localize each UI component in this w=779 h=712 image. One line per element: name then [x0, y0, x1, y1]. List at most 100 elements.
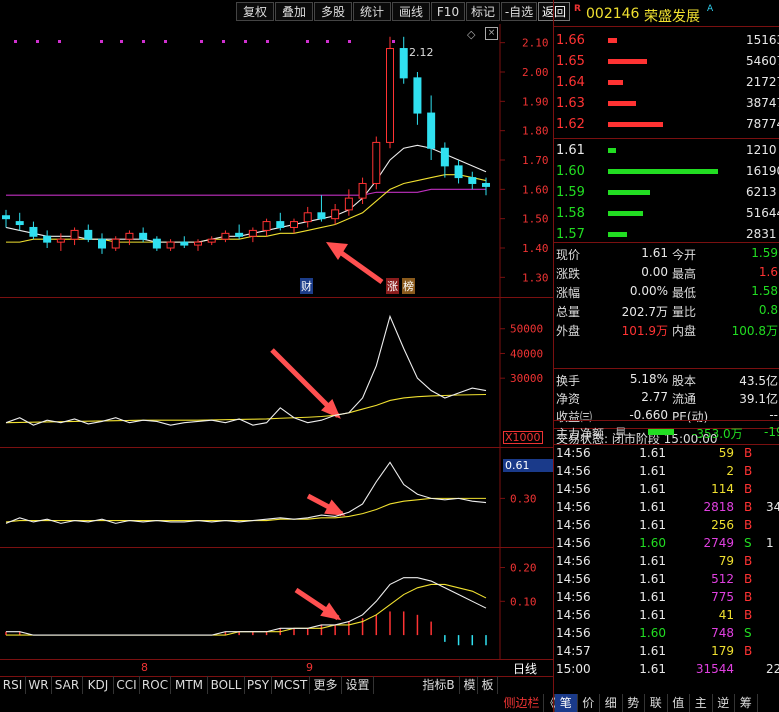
tick-side: B [744, 590, 753, 604]
quote-label-2: 内盘 [672, 324, 697, 338]
indicator-tab-rsi[interactable]: RSI [0, 676, 26, 694]
main-flow-menu-icon[interactable]: ▤ [616, 426, 625, 437]
indicator-tab-psy[interactable]: PSY [245, 676, 272, 694]
limit-up-marker[interactable]: 涨 [386, 278, 399, 294]
tick-volume: 179 [711, 644, 734, 658]
indicator-tab-roc[interactable]: ROC [140, 676, 171, 694]
y-tick-label: 50000 [510, 323, 543, 336]
oscillator-1-line [5, 461, 487, 524]
buy-volume: 6213 [746, 185, 777, 199]
indicator-tab-设置[interactable]: 设置 [342, 676, 374, 694]
settings-diamond-icon[interactable]: ◇ [467, 28, 475, 41]
tick-volume: 31544 [695, 662, 734, 676]
arrow-head [324, 499, 346, 516]
indicator-tab-boll[interactable]: BOLL [208, 676, 245, 694]
quote-panel: R 002146 荣盛发展 A 1.66151631.65546071.6421… [553, 0, 779, 712]
buy-volume: 51644 [746, 206, 779, 220]
volume-line [5, 314, 487, 426]
period-label[interactable]: 日线 [513, 660, 537, 677]
tick-time: 14:56 [556, 608, 591, 622]
close-icon[interactable]: × [485, 27, 498, 40]
indicator-tab-sar[interactable]: SAR [52, 676, 83, 694]
tick-side: B [744, 518, 753, 532]
quote-label-1: 现价 [556, 248, 581, 262]
sell-price: 1.63 [556, 96, 585, 111]
sell-volume: 21727 [746, 75, 779, 89]
candlestick-panel[interactable]: 2.10 2.00 1.90 1.80 1.70 1.60 1.50 1.40 1.30 ◇ ×… [0, 24, 553, 298]
candle-body [290, 221, 298, 228]
oscillator-2-line [6, 577, 487, 636]
indicator-right-1[interactable]: 模 [462, 676, 478, 694]
signal-dot [348, 40, 351, 43]
candle-body [43, 235, 52, 243]
candle-body [235, 232, 244, 237]
candle-body [166, 241, 175, 249]
toolbar-button-3[interactable]: 统计 [353, 2, 391, 21]
oscillator-panel-1[interactable]: 0.30 0.61 [0, 448, 553, 548]
tick-price: 1.60 [639, 536, 666, 550]
buy-volume: 2831 [746, 227, 777, 241]
ranking-marker[interactable]: 榜 [402, 278, 415, 294]
indicator-tab-更多[interactable]: 更多 [310, 676, 342, 694]
signal-dot [120, 40, 123, 43]
buy-bar [608, 169, 718, 174]
y-tick-label: 2.10 [522, 37, 549, 50]
candle-body [125, 232, 134, 240]
indicator-right-2[interactable]: 板 [478, 676, 498, 694]
peak-price-label: 2.12 [409, 46, 434, 59]
candle-body [84, 229, 93, 240]
oscillator-chart-2: 0.20 0.10 [5, 548, 537, 660]
tick-side: B [744, 572, 753, 586]
buy-price: 1.58 [556, 206, 585, 221]
toolbar-button-5[interactable]: F10 [431, 2, 465, 21]
candle-body [427, 112, 436, 149]
y-tick-label: 0.30 [510, 492, 537, 505]
quote-label-2: 最高 [672, 267, 697, 281]
finance-marker[interactable]: 财 [300, 278, 313, 294]
candle-body [262, 221, 271, 231]
signal-dot [142, 40, 145, 43]
tick-time: 14:56 [556, 464, 591, 478]
buy-price: 1.61 [556, 143, 585, 158]
indicator-tab-mcst[interactable]: MCST [272, 676, 310, 694]
sell-price: 1.66 [556, 33, 585, 48]
tick-time: 14:56 [556, 536, 591, 550]
side-tab-0[interactable]: 侧边栏 [500, 694, 544, 712]
oscillator-panel-2[interactable]: 0.20 0.10 [0, 548, 553, 660]
candle-body [482, 182, 490, 187]
tick-side: B [744, 608, 753, 622]
fund-value-2: 39.1亿 [739, 392, 778, 406]
signal-dot [222, 40, 225, 43]
sell-volume: 38747 [746, 96, 779, 110]
toolbar-button-1[interactable]: 叠加 [275, 2, 313, 21]
quote-label-1: 涨跌 [556, 267, 581, 281]
toolbar-button-2[interactable]: 多股 [314, 2, 352, 21]
indicator-tab-kdj[interactable]: KDJ [83, 676, 114, 694]
candle-body [29, 226, 38, 237]
tick-price: 1.61 [639, 644, 666, 658]
annotation-arrow [306, 493, 346, 517]
buy-bar [608, 148, 616, 153]
tick-volume: 2 [726, 464, 734, 478]
tick-side: B [744, 464, 753, 478]
tick-volume: 775 [711, 590, 734, 604]
indicator-tab-cci[interactable]: CCI [114, 676, 140, 694]
toolbar-button-0[interactable]: 复权 [236, 2, 274, 21]
r-badge: R [574, 4, 581, 14]
indicator-right-0[interactable]: 指标B [418, 676, 460, 694]
toolbar-button-6[interactable]: 标记 [466, 2, 500, 21]
toolbar-button-4[interactable]: 画线 [392, 2, 430, 21]
tick-list: 14:56 1.61 59 B 14:56 1.61 2 B 14:56 1.61 114 B 14:5… [554, 444, 779, 677]
fund-value-1: 5.18% [629, 372, 668, 386]
volume-indicator-panel[interactable]: 50000 40000 30000 X1000 [0, 298, 553, 448]
tick-extra: 1 [766, 536, 774, 550]
sell-bar [608, 38, 617, 43]
candle-body [468, 177, 477, 184]
indicator-tab-mtm[interactable]: MTM [171, 676, 208, 694]
indicator-tab-wr[interactable]: WR [26, 676, 52, 694]
tick-volume: 2749 [703, 536, 734, 550]
signal-dot [244, 40, 247, 43]
toolbar-button-7[interactable]: -自选 [501, 2, 537, 21]
candle-body [248, 229, 257, 237]
candle-body [399, 48, 408, 79]
